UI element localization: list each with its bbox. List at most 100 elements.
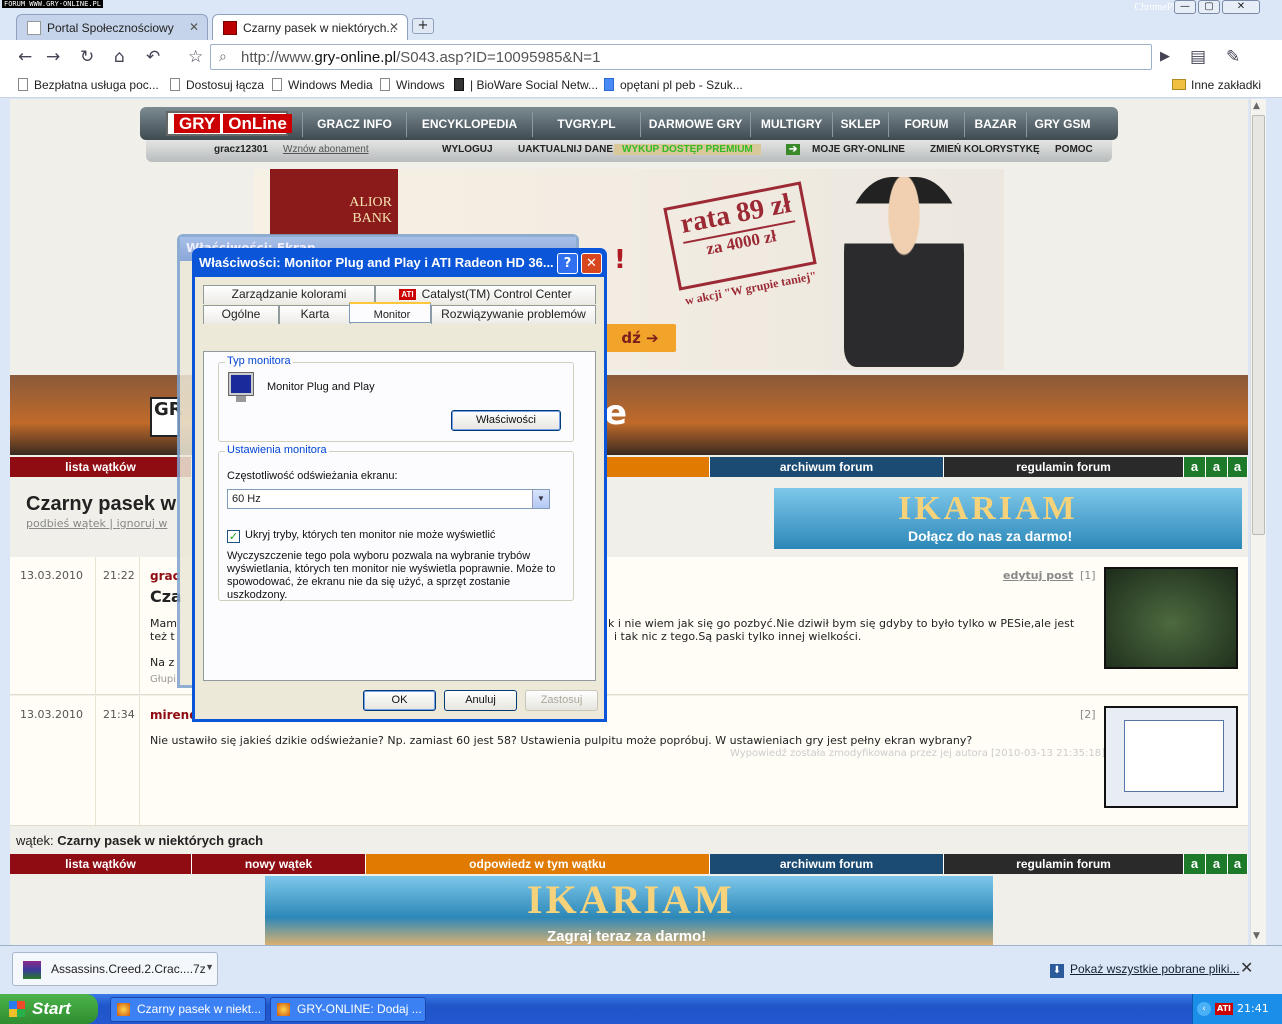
logout-link[interactable]: WYLOGUJ — [442, 144, 493, 155]
page-menu-icon[interactable]: ▤ — [1190, 47, 1206, 67]
nav-gracz-info[interactable]: GRACZ INFO — [302, 112, 406, 137]
post-author[interactable]: grac — [150, 569, 180, 583]
scroll-thumb[interactable] — [1252, 115, 1265, 535]
back-icon[interactable]: ← — [18, 47, 32, 67]
bookmark-3[interactable]: Windows Media — [272, 78, 373, 92]
nav-multigry[interactable]: MULTIGRY — [750, 112, 832, 137]
tab-new-thread[interactable]: nowy wątek — [192, 854, 366, 874]
start-button[interactable]: Start — [0, 994, 98, 1024]
tab-portal[interactable]: Portal Społecznościowy ✕ — [16, 14, 208, 40]
close-tab-icon[interactable]: ✕ — [189, 20, 199, 34]
cancel-button[interactable]: Anuluj — [444, 690, 517, 711]
font-small-button[interactable]: a — [1184, 854, 1206, 874]
renew-link[interactable]: Wznów abonament — [283, 144, 369, 155]
wrench-icon[interactable]: ✎ — [1226, 47, 1240, 67]
url-host: gry-online.pl — [314, 49, 397, 66]
thread-footer: wątek: Czarny pasek w niektórych grach — [16, 833, 264, 848]
bookmark-1[interactable]: Bezpłatna usługa poc... — [18, 78, 159, 92]
nav-forum[interactable]: FORUM — [888, 112, 964, 137]
ikariam-banner-top[interactable]: IKARIAM Dołącz do nas za darmo! — [774, 488, 1242, 549]
font-small-button[interactable]: a — [1184, 457, 1206, 477]
post-author[interactable]: mirend — [150, 708, 198, 722]
raise-thread-link[interactable]: podbieś wątek — [26, 517, 106, 530]
bookmark-5[interactable]: | BioWare Social Netw... — [454, 78, 598, 92]
close-download-bar-icon[interactable]: ✕ — [1240, 958, 1253, 977]
undo-icon[interactable]: ↶ — [146, 47, 160, 67]
scroll-down-icon[interactable]: ▼ — [1253, 931, 1260, 941]
tab-general[interactable]: Ogólne — [203, 305, 279, 324]
tab-monitor[interactable]: Monitor — [349, 302, 431, 323]
tab-forum[interactable]: Czarny pasek w niektórych... ✕ — [212, 14, 408, 40]
close-dialog-button[interactable]: ✕ — [581, 253, 602, 274]
dialog-body: Zarządzanie kolorami ATI Catalyst(TM) Con… — [195, 277, 604, 719]
ok-button[interactable]: OK — [363, 690, 436, 711]
page-icon — [170, 78, 180, 91]
new-tab-button[interactable]: + — [412, 18, 434, 34]
nav-encyklopedia[interactable]: ENCYKLOPEDIA — [406, 112, 532, 137]
font-large-button[interactable]: a — [1228, 854, 1248, 874]
font-medium-button[interactable]: a — [1206, 854, 1228, 874]
tab-rules[interactable]: regulamin forum — [944, 854, 1184, 874]
font-medium-button[interactable]: a — [1206, 457, 1228, 477]
screenshot-thumbnail[interactable] — [1104, 706, 1238, 808]
ikariam-banner-bottom[interactable]: IKARIAM Zagraj teraz za darmo! — [265, 876, 993, 945]
bioware-icon — [454, 78, 464, 91]
forum-title-fragment: e — [604, 393, 628, 433]
nav-darmowe-gry[interactable]: DARMOWE GRY — [640, 112, 750, 137]
scroll-up-icon[interactable]: ▲ — [1253, 101, 1260, 111]
thread-links: podbieś wątek | ignoruj w — [26, 517, 168, 530]
nav-sklep[interactable]: SKLEP — [832, 112, 888, 137]
ati-tray-icon[interactable]: ATI — [1215, 1003, 1234, 1015]
home-icon[interactable]: ⌂ — [114, 47, 125, 67]
task-button-browser[interactable]: Czarny pasek w niekt... — [110, 997, 266, 1022]
bookmark-6[interactable]: opętani pl peb - Szuk... — [604, 78, 743, 92]
tab-title: Czarny pasek w niektórych... — [243, 21, 397, 35]
other-bookmarks[interactable]: Inne zakładki — [1172, 78, 1261, 92]
bookmark-4[interactable]: Windows — [380, 78, 445, 92]
refresh-rate-select[interactable]: 60 Hz ▼ — [227, 489, 550, 509]
screenshot-thumbnail[interactable] — [1104, 567, 1238, 669]
reload-icon[interactable]: ↻ — [80, 47, 94, 67]
nav-gry-gsm[interactable]: GRY GSM — [1026, 112, 1098, 137]
help-link[interactable]: POMOC — [1055, 144, 1093, 155]
download-item[interactable]: Assassins.Creed.2.Crac....7z ▼ — [12, 952, 218, 986]
tab-archive[interactable]: archiwum forum — [710, 854, 944, 874]
tab-adapter[interactable]: Karta — [279, 305, 351, 324]
nav-tvgry[interactable]: TVGRY.PL — [532, 112, 640, 137]
change-colors-link[interactable]: ZMIEŃ KOLORYSTYKĘ — [930, 144, 1040, 155]
gry-online-icon — [223, 21, 237, 35]
help-button[interactable]: ? — [557, 253, 578, 274]
star-icon[interactable]: ☆ — [188, 47, 203, 67]
site-logo[interactable]: GRY OnLine — [166, 111, 292, 136]
show-all-downloads-link[interactable]: ⬇ Pokaż wszystkie pobrane pliki... — [1050, 962, 1239, 978]
properties-button[interactable]: Właściwości — [451, 410, 561, 431]
ignore-thread-link[interactable]: ignoruj w — [117, 517, 168, 530]
my-gry-online-link[interactable]: MOJE GRY-ONLINE — [812, 144, 905, 155]
close-tab-icon[interactable]: ✕ — [389, 20, 399, 34]
chevron-down-icon[interactable]: ▼ — [205, 962, 214, 972]
address-bar[interactable]: ⌕ http://www.gry-online.pl/S043.asp?ID=1… — [210, 44, 1152, 70]
tab-rules[interactable]: regulamin forum — [944, 457, 1184, 477]
apply-button[interactable]: Zastosuj — [525, 690, 598, 711]
premium-link[interactable]: WYKUP DOSTĘP PREMIUM — [614, 144, 761, 155]
font-large-button[interactable]: a — [1228, 457, 1248, 477]
bookmark-2[interactable]: Dostosuj łącza — [170, 78, 264, 92]
tab-reply[interactable]: odpowiedz w tym wątku — [366, 854, 710, 874]
winrar-icon — [23, 961, 41, 979]
tray-expand-icon[interactable]: ‹ — [1197, 1002, 1211, 1016]
update-data-link[interactable]: UAKTUALNIJ DANE — [518, 144, 613, 155]
go-icon[interactable]: ▶ — [1160, 47, 1170, 67]
hide-modes-label[interactable]: Ukryj tryby, których ten monitor nie moż… — [245, 529, 495, 541]
hide-modes-checkbox[interactable]: ✓ — [227, 530, 240, 543]
taskbar: Start Czarny pasek w niekt... GRY-ONLINE… — [0, 994, 1282, 1024]
tab-troubleshoot[interactable]: Rozwiązywanie problemów — [431, 305, 596, 324]
nav-bazar[interactable]: BAZAR — [964, 112, 1026, 137]
tab-archive[interactable]: archiwum forum — [710, 457, 944, 477]
edit-post-link[interactable]: edytuj post — [1003, 569, 1073, 582]
task-button-gry-online[interactable]: GRY-ONLINE: Dodaj ... — [270, 997, 426, 1022]
tab-thread-list[interactable]: lista wątków — [10, 457, 192, 477]
banner-button[interactable]: dź ➔ — [604, 324, 676, 352]
tab-thread-list[interactable]: lista wątków — [10, 854, 192, 874]
page-scrollbar[interactable]: ▲ ▼ — [1250, 99, 1266, 945]
forward-icon[interactable]: → — [46, 47, 60, 67]
